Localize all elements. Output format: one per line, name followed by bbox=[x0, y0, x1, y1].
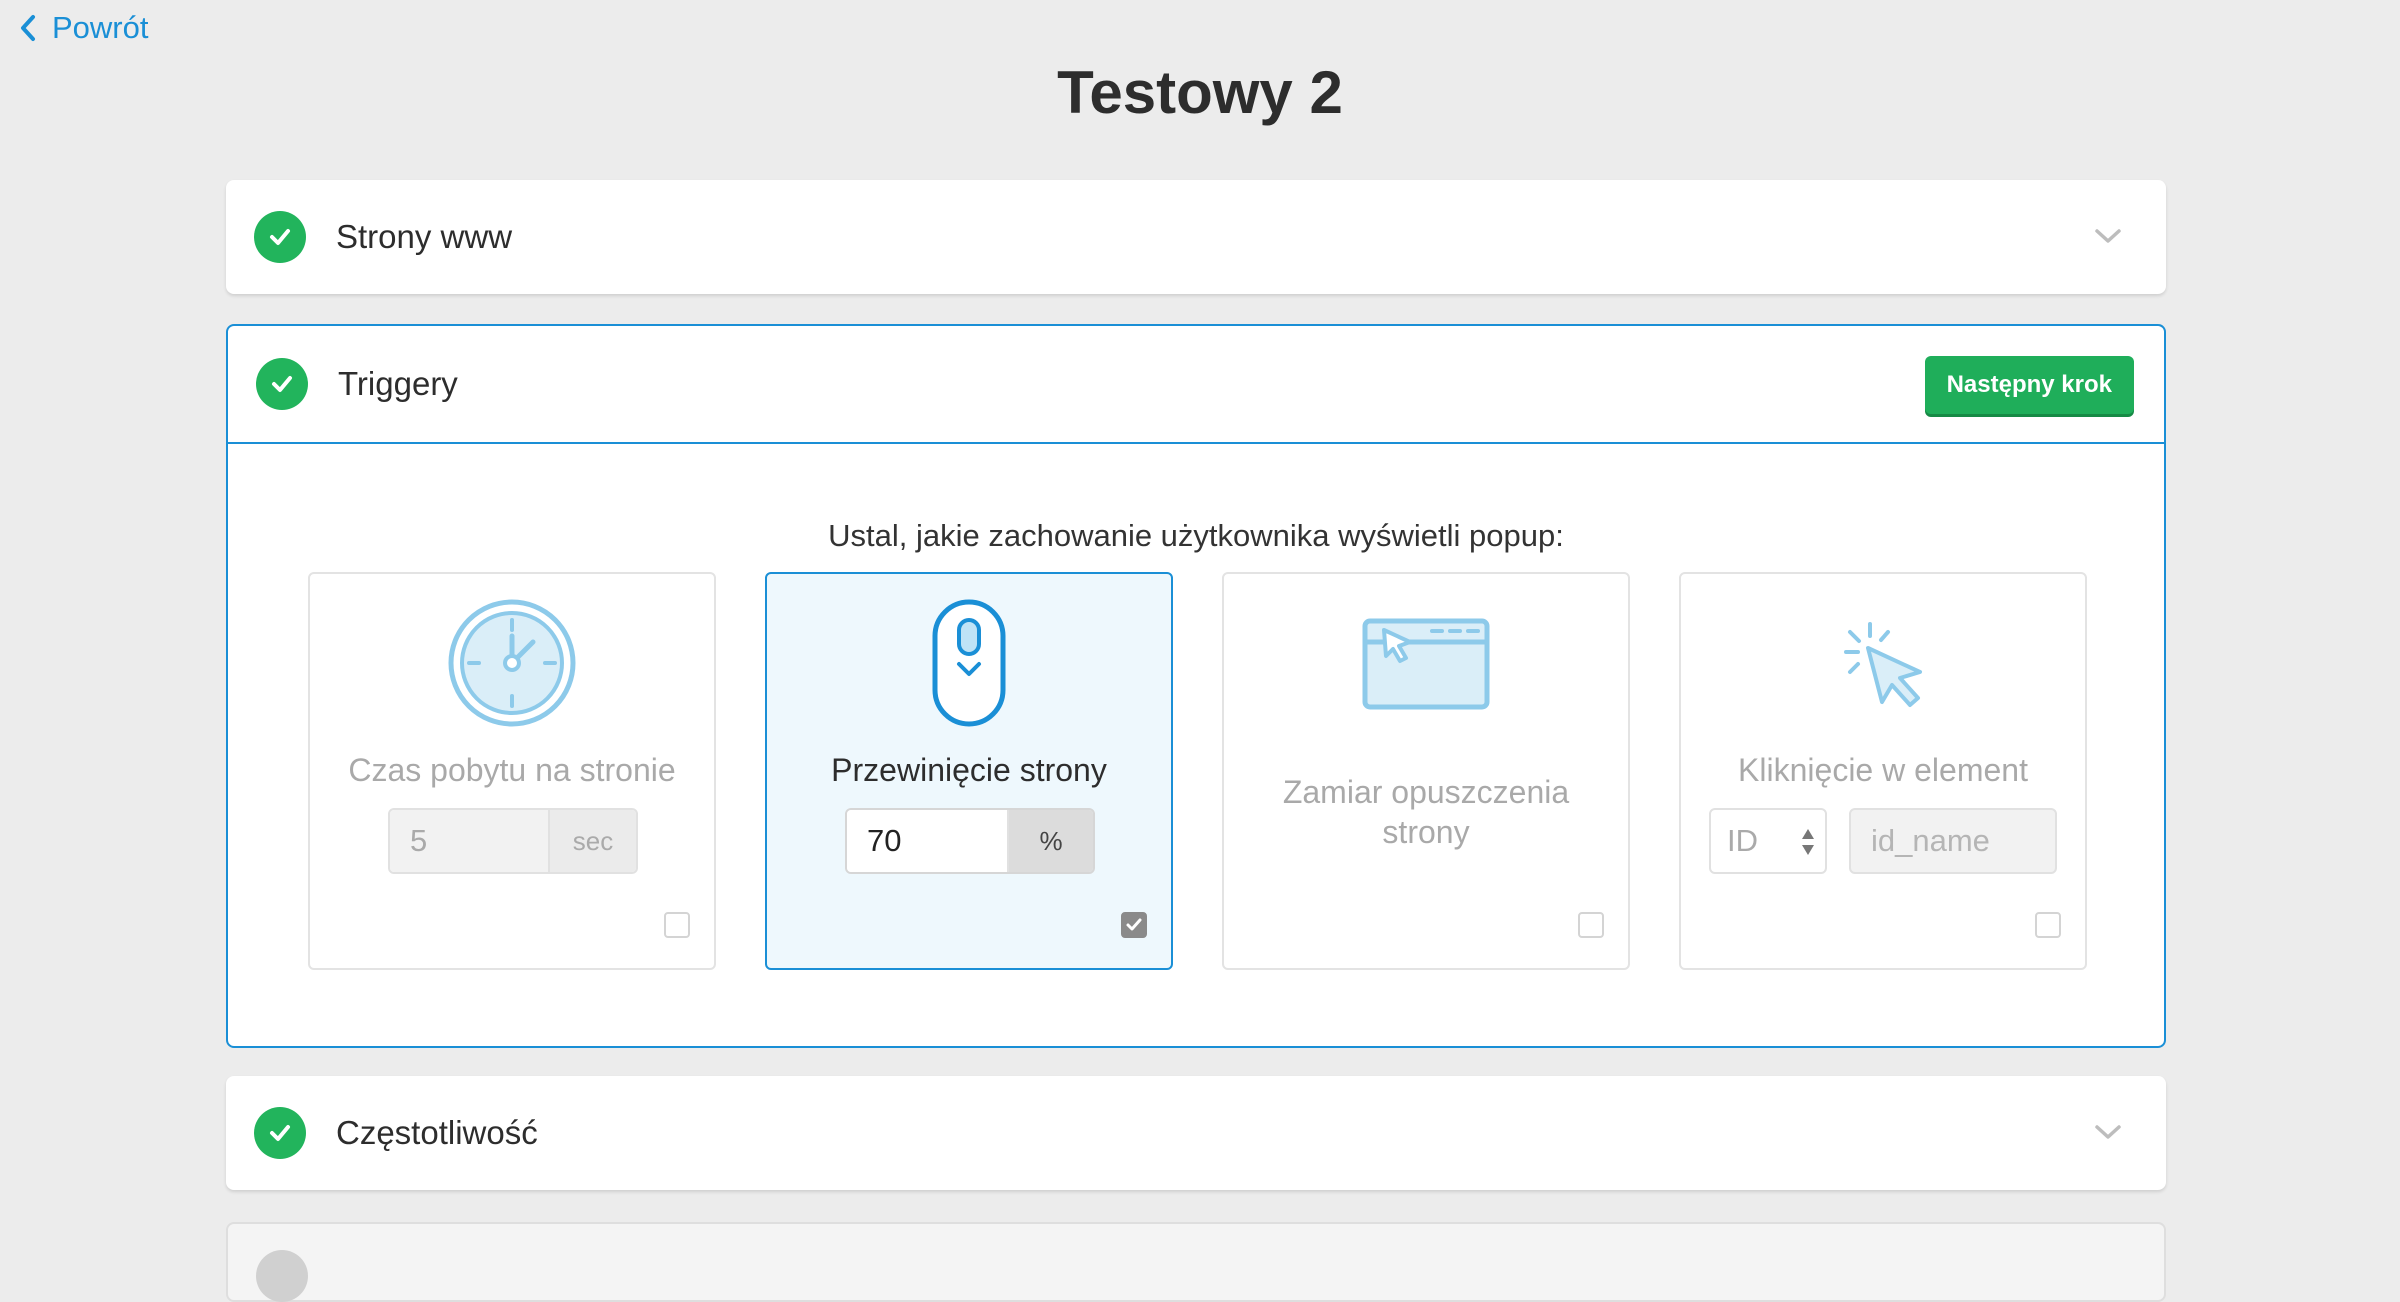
section-header-strony-www[interactable]: Strony www bbox=[226, 180, 2166, 294]
check-circle-icon bbox=[254, 211, 306, 263]
click-cursor-icon bbox=[1844, 622, 1922, 707]
check-circle-icon bbox=[254, 1107, 306, 1159]
section-title: Strony www bbox=[336, 218, 513, 255]
browser-exit-icon bbox=[1362, 618, 1490, 710]
sort-arrows-icon bbox=[1802, 829, 1814, 855]
trigger-checkbox-scroll[interactable] bbox=[1121, 912, 1147, 938]
trigger-instruction: Ustal, jakie zachowanie użytkownika wyśw… bbox=[828, 518, 1564, 553]
chevron-left-icon bbox=[21, 15, 35, 41]
check-circle-icon bbox=[256, 358, 308, 410]
element-id-input[interactable]: id_name bbox=[1849, 808, 2057, 874]
time-unit-label: sec bbox=[548, 810, 636, 872]
trigger-label: Kliknięcie w element bbox=[1738, 752, 2028, 788]
section-next-partial[interactable] bbox=[226, 1222, 2166, 1302]
scroll-unit-label: % bbox=[1007, 810, 1093, 872]
trigger-label: Zamiar opuszczenia strony bbox=[1282, 774, 1570, 850]
mouse-scroll-icon bbox=[932, 599, 1006, 727]
trigger-label: Czas pobytu na stronie bbox=[348, 752, 676, 788]
trigger-label: Przewinięcie strony bbox=[831, 752, 1107, 788]
section-triggery: Triggery Następny krok Ustal, jakie zach… bbox=[226, 324, 2166, 1048]
page-title: Testowy 2 bbox=[1057, 59, 1343, 126]
section-title: Częstotliwość bbox=[336, 1114, 538, 1151]
clock-icon bbox=[448, 599, 576, 727]
scroll-value-input[interactable]: 70 bbox=[847, 810, 1007, 872]
next-step-button[interactable]: Następny krok bbox=[1924, 356, 2134, 414]
time-input-group[interactable]: 5 sec bbox=[388, 808, 638, 874]
section-czestotliwosc: Częstotliwość bbox=[226, 1076, 2166, 1190]
checkmark-icon bbox=[1126, 918, 1142, 931]
selector-type-value: ID bbox=[1727, 823, 1758, 858]
time-value-input[interactable]: 5 bbox=[390, 810, 548, 872]
selector-type-select[interactable]: ID bbox=[1709, 808, 1827, 874]
trigger-card-exit-intent[interactable]: Zamiar opuszczenia strony bbox=[1222, 572, 1630, 970]
chevron-down-icon[interactable] bbox=[2092, 1116, 2124, 1148]
back-link[interactable]: Powrót bbox=[18, 10, 148, 46]
back-label: Powrót bbox=[52, 10, 149, 45]
trigger-card-scroll[interactable]: Przewinięcie strony 70 % bbox=[765, 572, 1173, 970]
scroll-input-group[interactable]: 70 % bbox=[845, 808, 1095, 874]
section-title: Triggery bbox=[338, 365, 458, 402]
trigger-card-click[interactable]: Kliknięcie w element ID id_name bbox=[1679, 572, 2087, 970]
section-header-triggery: Triggery Następny krok bbox=[228, 326, 2164, 444]
status-circle-icon bbox=[256, 1250, 308, 1302]
section-header-czestotliwosc[interactable]: Częstotliwość bbox=[226, 1076, 2166, 1190]
section-strony-www: Strony www bbox=[226, 180, 2166, 294]
chevron-down-icon[interactable] bbox=[2092, 220, 2124, 252]
trigger-checkbox-click[interactable] bbox=[2035, 912, 2061, 938]
trigger-card-time[interactable]: Czas pobytu na stronie 5 sec bbox=[308, 572, 716, 970]
trigger-checkbox-exit-intent[interactable] bbox=[1578, 912, 1604, 938]
trigger-checkbox-time[interactable] bbox=[664, 912, 690, 938]
